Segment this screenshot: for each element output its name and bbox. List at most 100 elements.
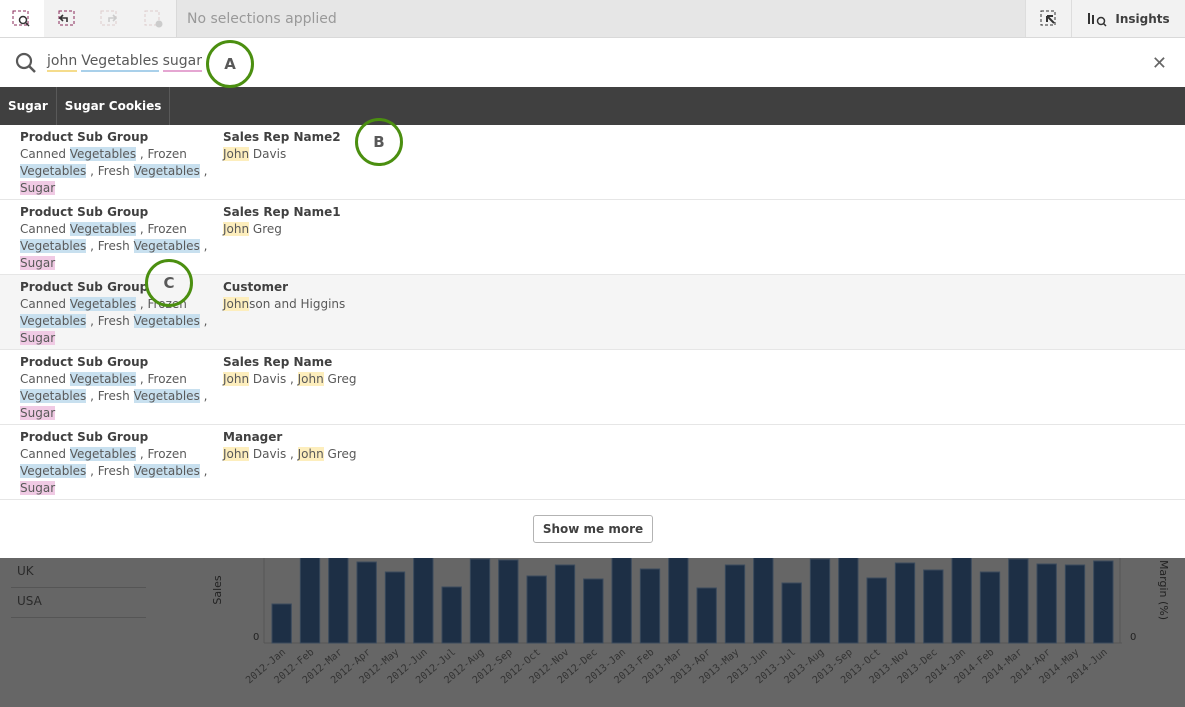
value-fragment: Canned [20,222,70,236]
value-fragment: , Frozen [136,147,187,161]
close-icon[interactable]: ✕ [1152,53,1167,74]
bar-2013-Feb[interactable] [639,568,661,644]
value-fragment: , Frozen [136,222,187,236]
result-right: Customer Johnson and Higgins [223,279,345,349]
bar-2012-Mar[interactable] [328,547,349,644]
toolbar: No selections applied Insights [0,0,1185,38]
suggestion-chips: Sugar Sugar Cookies [0,87,1185,125]
bar-2014-May[interactable] [1064,564,1086,644]
value-fragment: Vegetables [20,464,87,478]
selection-tool-button[interactable] [1025,0,1071,37]
value-fragment: , Fresh [86,314,134,328]
step-forward-icon [100,10,118,25]
bar-2012-Feb[interactable] [299,547,321,644]
value-fragment: Vegetables [133,314,200,328]
y2-tick-label: 0 [1130,632,1136,643]
field-name: Customer [223,280,289,294]
field-name: Product Sub Group [20,355,149,369]
bar-2014-Jan[interactable] [951,547,972,644]
result-right: Sales Rep Name2 John Davis [223,129,341,199]
listbox-item-usa[interactable]: USA [11,588,146,618]
value-fragment: Davis [249,147,287,161]
value-fragment: Vegetables [69,372,137,386]
selections-bar: No selections applied [176,0,1025,37]
bar-2013-Mar[interactable] [668,547,689,644]
value-fragment: Vegetables [20,314,87,328]
field-name: Product Sub Group [20,130,149,144]
value-fragment: , [199,389,208,403]
search-token-vegetables[interactable]: Vegetables [81,53,159,72]
bar-2012-Aug[interactable] [469,558,491,644]
value-fragment: , Frozen [136,372,187,386]
field-name: Manager [223,430,283,444]
bar-2013-May[interactable] [724,564,746,644]
bar-2012-Oct[interactable] [526,575,547,644]
search-bar[interactable]: john Vegetables sugar ✕ [0,38,1185,87]
chip-sugar[interactable]: Sugar [0,87,57,125]
bar-2013-Apr[interactable] [696,587,717,644]
value-fragment: son and Higgins [249,297,346,311]
bar-2012-Sep[interactable] [498,559,519,644]
search-token-john[interactable]: john [47,53,78,72]
search-token-sugar[interactable]: sugar [162,53,202,72]
value-fragment: Canned [20,447,70,461]
bar-2013-Jun[interactable] [753,547,774,644]
field-name: Sales Rep Name2 [223,130,341,144]
bar-2013-Dec[interactable] [923,569,944,644]
bar-2012-Apr[interactable] [356,561,377,644]
smart-search-button[interactable] [0,0,44,37]
step-back-button[interactable] [44,0,88,37]
result-row[interactable]: Product Sub Group Canned Vegetables , Fro… [0,425,1185,500]
bar-2012-Jan[interactable] [271,603,292,644]
value-fragment: John [223,372,250,386]
value-fragment: Greg [323,372,357,386]
result-right: Sales Rep Name1 John Greg [223,204,341,274]
bar-2012-Nov[interactable] [554,564,576,644]
bar-2012-May[interactable] [384,571,406,644]
bar-2013-Oct[interactable] [866,577,887,644]
bar-2013-Aug[interactable] [809,558,831,644]
bar-2013-Jul[interactable] [781,582,802,644]
field-name: Product Sub Group [20,430,149,444]
bar-2012-Jun[interactable] [413,547,434,644]
result-left: Product Sub Group Canned Vegetables , Fro… [20,429,223,499]
listbox-item-uk[interactable]: UK [11,558,146,588]
bar-2013-Sep[interactable] [838,547,859,644]
field-values: Canned Vegetables , Frozen Vegetables , … [20,146,223,197]
value-fragment: Vegetables [20,389,87,403]
value-fragment: John [223,222,250,236]
y-axis-title: Sales [211,575,224,605]
value-fragment: Vegetables [133,389,200,403]
country-listbox[interactable]: UK USA [11,558,146,618]
bar-2012-Jul[interactable] [441,586,462,644]
show-more-button[interactable]: Show me more [533,515,653,543]
field-values: Canned Vegetables , Frozen Vegetables , … [20,296,223,347]
bar-2014-Apr[interactable] [1036,563,1057,644]
value-fragment: Vegetables [133,239,200,253]
result-row[interactable]: Product Sub Group Canned Vegetables , Fro… [0,350,1185,425]
bar-2014-Feb[interactable] [979,571,1001,644]
value-fragment: Vegetables [133,164,200,178]
field-name: Sales Rep Name1 [223,205,341,219]
field-values: John Davis , John Greg [223,371,357,388]
selection-tool-icon [1040,10,1055,25]
result-left: Product Sub Group Canned Vegetables , Fro… [20,204,223,274]
bar-2014-Mar[interactable] [1008,558,1029,644]
field-values: Canned Vegetables , Frozen Vegetables , … [20,221,223,272]
step-forward-button[interactable] [88,0,132,37]
chip-sugar-cookies[interactable]: Sugar Cookies [57,87,171,125]
value-fragment: Vegetables [69,447,137,461]
clear-selections-button[interactable] [132,0,176,37]
bar-2014-Jun[interactable] [1093,560,1114,644]
bar-2012-Dec[interactable] [583,578,604,644]
value-fragment: , [199,239,208,253]
value-fragment: Vegetables [20,239,87,253]
value-fragment: , Fresh [86,164,134,178]
bar-2013-Jan[interactable] [611,547,632,644]
bar-2013-Nov[interactable] [894,562,916,644]
value-fragment: Davis , [249,447,298,461]
value-fragment: John [223,147,250,161]
result-row[interactable]: Product Sub Group Canned Vegetables , Fro… [0,125,1185,200]
value-fragment: Sugar [20,256,56,270]
insights-button[interactable]: Insights [1071,0,1185,37]
